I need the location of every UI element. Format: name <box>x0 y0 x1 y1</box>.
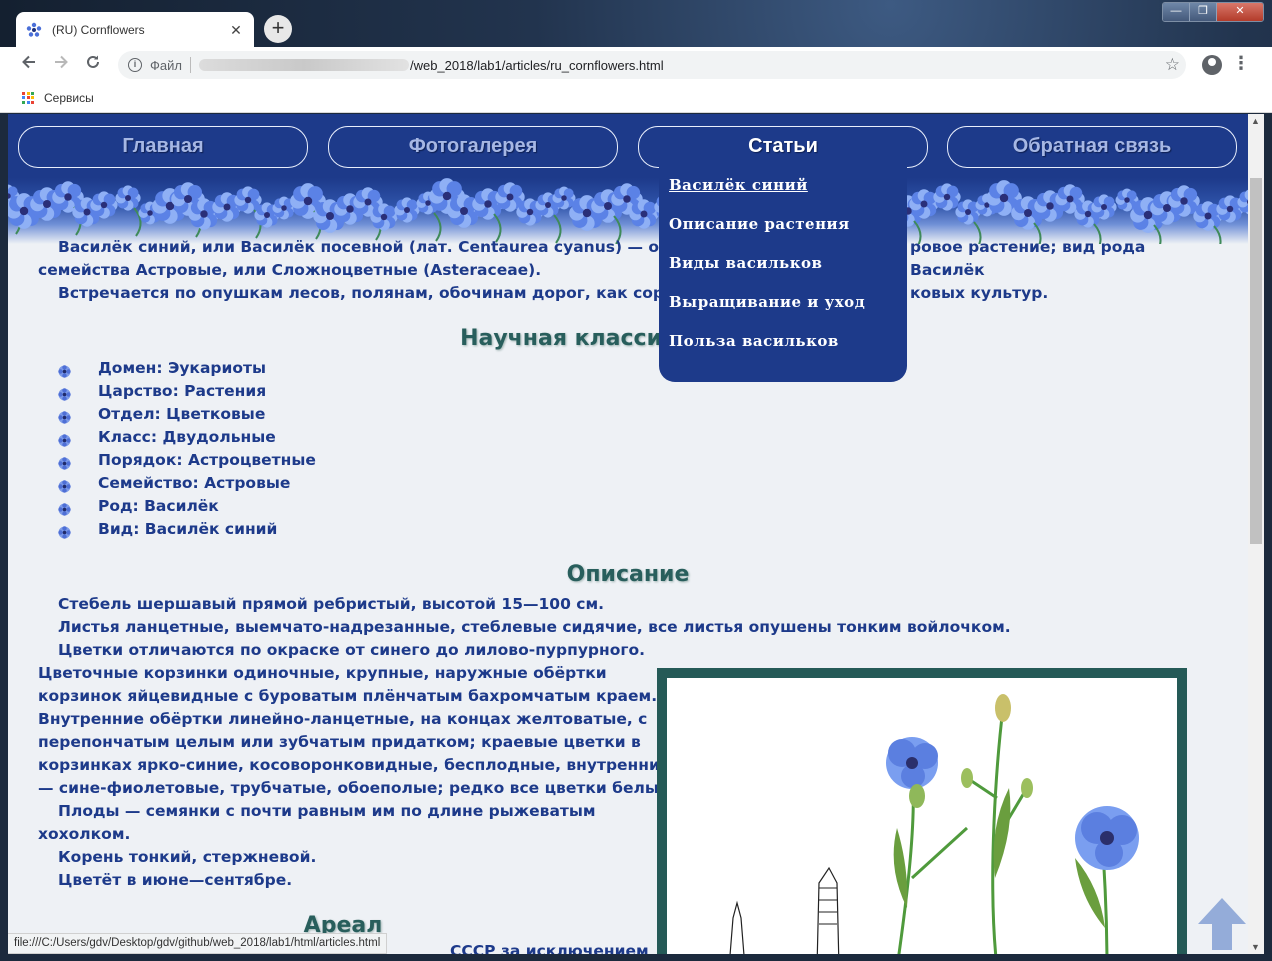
bookmarks-apps-label[interactable]: Сервисы <box>44 91 94 105</box>
cornflower-bullet-icon <box>58 362 71 378</box>
dropdown-item-plant-description[interactable]: Описание растения <box>669 215 897 254</box>
heading-classification: Научная класси <box>460 326 662 351</box>
desc-flower-color: Цветки отличаются по окраске от синего д… <box>58 641 646 659</box>
habitat-text-left: Встречается по опушкам лесов, полянам, о… <box>58 284 733 302</box>
cornflower-bullet-icon <box>58 408 71 424</box>
cornflower-bullet-icon <box>58 454 71 470</box>
taxonomy-order: Порядок: Астроцветные <box>98 451 316 469</box>
tab-title: (RU) Cornflowers <box>52 23 145 37</box>
list-item: Порядок: Астроцветные <box>58 449 316 472</box>
url-scheme-label: Файл <box>150 57 182 73</box>
taxonomy-list: Домен: Эукариоты Царство: Растения Отдел… <box>58 357 316 541</box>
new-tab-button[interactable]: + <box>264 15 292 43</box>
nav-articles[interactable]: Статьи <box>638 126 928 168</box>
browser-tab[interactable]: (RU) Cornflowers ✕ <box>16 12 254 48</box>
bookmarks-bar: Сервисы <box>0 83 1272 113</box>
cornflower-favicon-icon <box>26 22 42 38</box>
url-separator <box>189 57 191 73</box>
page-scrollbar[interactable]: ▲ ▼ <box>1248 114 1264 954</box>
site-nav: Главная Фотогалерея Статьи Обратная связ… <box>8 114 1248 178</box>
window-controls: — ❐ ✕ <box>1162 2 1264 22</box>
cornflower-bullet-icon <box>58 523 71 539</box>
list-item: Домен: Эукариоты <box>58 357 316 380</box>
dropdown-item-cornflower-species[interactable]: Виды васильков <box>669 254 897 293</box>
page-viewport: Главная Фотогалерея Статьи Обратная связ… <box>8 114 1248 954</box>
articles-dropdown-menu: Василёк синий Описание растения Виды вас… <box>659 166 907 382</box>
cornflower-pattern-icon <box>8 178 1248 244</box>
habitat-text-right: ковых культур. <box>910 284 1049 302</box>
taxonomy-class: Класс: Двудольные <box>98 428 276 446</box>
cornflower-illustration <box>667 678 1177 954</box>
taxonomy-genus: Род: Василёк <box>98 497 219 515</box>
intro-line-3: Встречается по опушкам лесов, полянам, о… <box>38 282 1188 305</box>
browser-toolbar: i Файл /web_2018/lab1/articles/ru_cornfl… <box>0 47 1272 83</box>
profile-avatar-icon[interactable] <box>1202 55 1222 75</box>
dropdown-item-benefits[interactable]: Польза васильков <box>669 332 897 371</box>
intro-line-2: семейства Астровые, или Сложноцветные (A… <box>38 261 542 279</box>
minimize-button[interactable]: — <box>1163 3 1190 21</box>
nav-home[interactable]: Главная <box>18 126 308 168</box>
desc-leaves: Листья ланцетные, выемчато-надрезанные, … <box>58 618 1011 636</box>
cornflower-bullet-icon <box>58 385 71 401</box>
maximize-button[interactable]: ❐ <box>1190 3 1217 21</box>
bookmark-star-icon[interactable]: ☆ <box>1165 55 1180 75</box>
taxonomy-species: Вид: Василёк синий <box>98 520 278 538</box>
list-item: Вид: Василёк синий <box>58 518 316 541</box>
forward-arrow-icon[interactable] <box>48 53 74 77</box>
nav-gallery[interactable]: Фотогалерея <box>328 126 618 168</box>
dropdown-item-growing-care[interactable]: Выращивание и уход <box>669 293 897 332</box>
window-left-frame <box>0 114 8 961</box>
reload-icon[interactable] <box>80 53 106 77</box>
browser-titlebar: (RU) Cornflowers ✕ + — ❐ ✕ <box>0 0 1272 48</box>
cornflower-border-strip <box>8 178 1248 244</box>
list-item: Отдел: Цветковые <box>58 403 316 426</box>
taxonomy-division: Отдел: Цветковые <box>98 405 266 423</box>
cornflower-bullet-icon <box>58 500 71 516</box>
scrollbar-thumb[interactable] <box>1250 178 1262 544</box>
list-item: Класс: Двудольные <box>58 426 316 449</box>
cornflower-drawing-icon <box>729 694 1139 954</box>
heading-description: Описание <box>566 562 690 587</box>
apps-grid-icon[interactable] <box>22 91 34 104</box>
list-item: Царство: Растения <box>58 380 316 403</box>
dropdown-item-cornflower-blue[interactable]: Василёк синий <box>669 176 897 215</box>
scroll-to-top-arrow-icon[interactable] <box>1196 896 1248 952</box>
scroll-up-icon[interactable]: ▲ <box>1251 116 1260 126</box>
address-bar[interactable]: i Файл /web_2018/lab1/articles/ru_cornfl… <box>118 51 1186 79</box>
taxonomy-domain: Домен: Эукариоты <box>98 359 267 377</box>
nav-feedback[interactable]: Обратная связь <box>947 126 1237 168</box>
taxonomy-family: Семейство: Астровые <box>98 474 291 492</box>
window-right-frame <box>1264 114 1272 961</box>
info-icon[interactable]: i <box>128 58 142 72</box>
intro-line-1: Василёк синий, или Василёк посевной (лат… <box>38 236 1188 279</box>
list-item: Семейство: Астровые <box>58 472 316 495</box>
list-item: Род: Василёк <box>58 495 316 518</box>
cornflower-bullet-icon <box>58 477 71 493</box>
window-bottom-frame <box>0 954 1272 961</box>
tab-close-icon[interactable]: ✕ <box>228 22 244 39</box>
scroll-down-icon[interactable]: ▼ <box>1251 942 1260 952</box>
taxonomy-kingdom: Царство: Растения <box>98 382 267 400</box>
redacted-url-segment <box>198 59 409 71</box>
close-window-button[interactable]: ✕ <box>1217 3 1263 21</box>
kebab-menu-icon[interactable]: ⋮ <box>1232 53 1250 74</box>
cornflower-bullet-icon <box>58 431 71 447</box>
url-path: /web_2018/lab1/articles/ru_cornflowers.h… <box>409 57 664 73</box>
desc-stem: Стебель шершавый прямой ребристый, высот… <box>58 595 604 613</box>
cornflower-image-frame <box>657 668 1187 954</box>
intro-text-left: Василёк синий, или Василёк посевной (лат… <box>58 238 735 256</box>
back-arrow-icon[interactable] <box>16 53 42 77</box>
status-bar-url: file:///C:/Users/gdv/Desktop/gdv/github/… <box>8 933 388 954</box>
